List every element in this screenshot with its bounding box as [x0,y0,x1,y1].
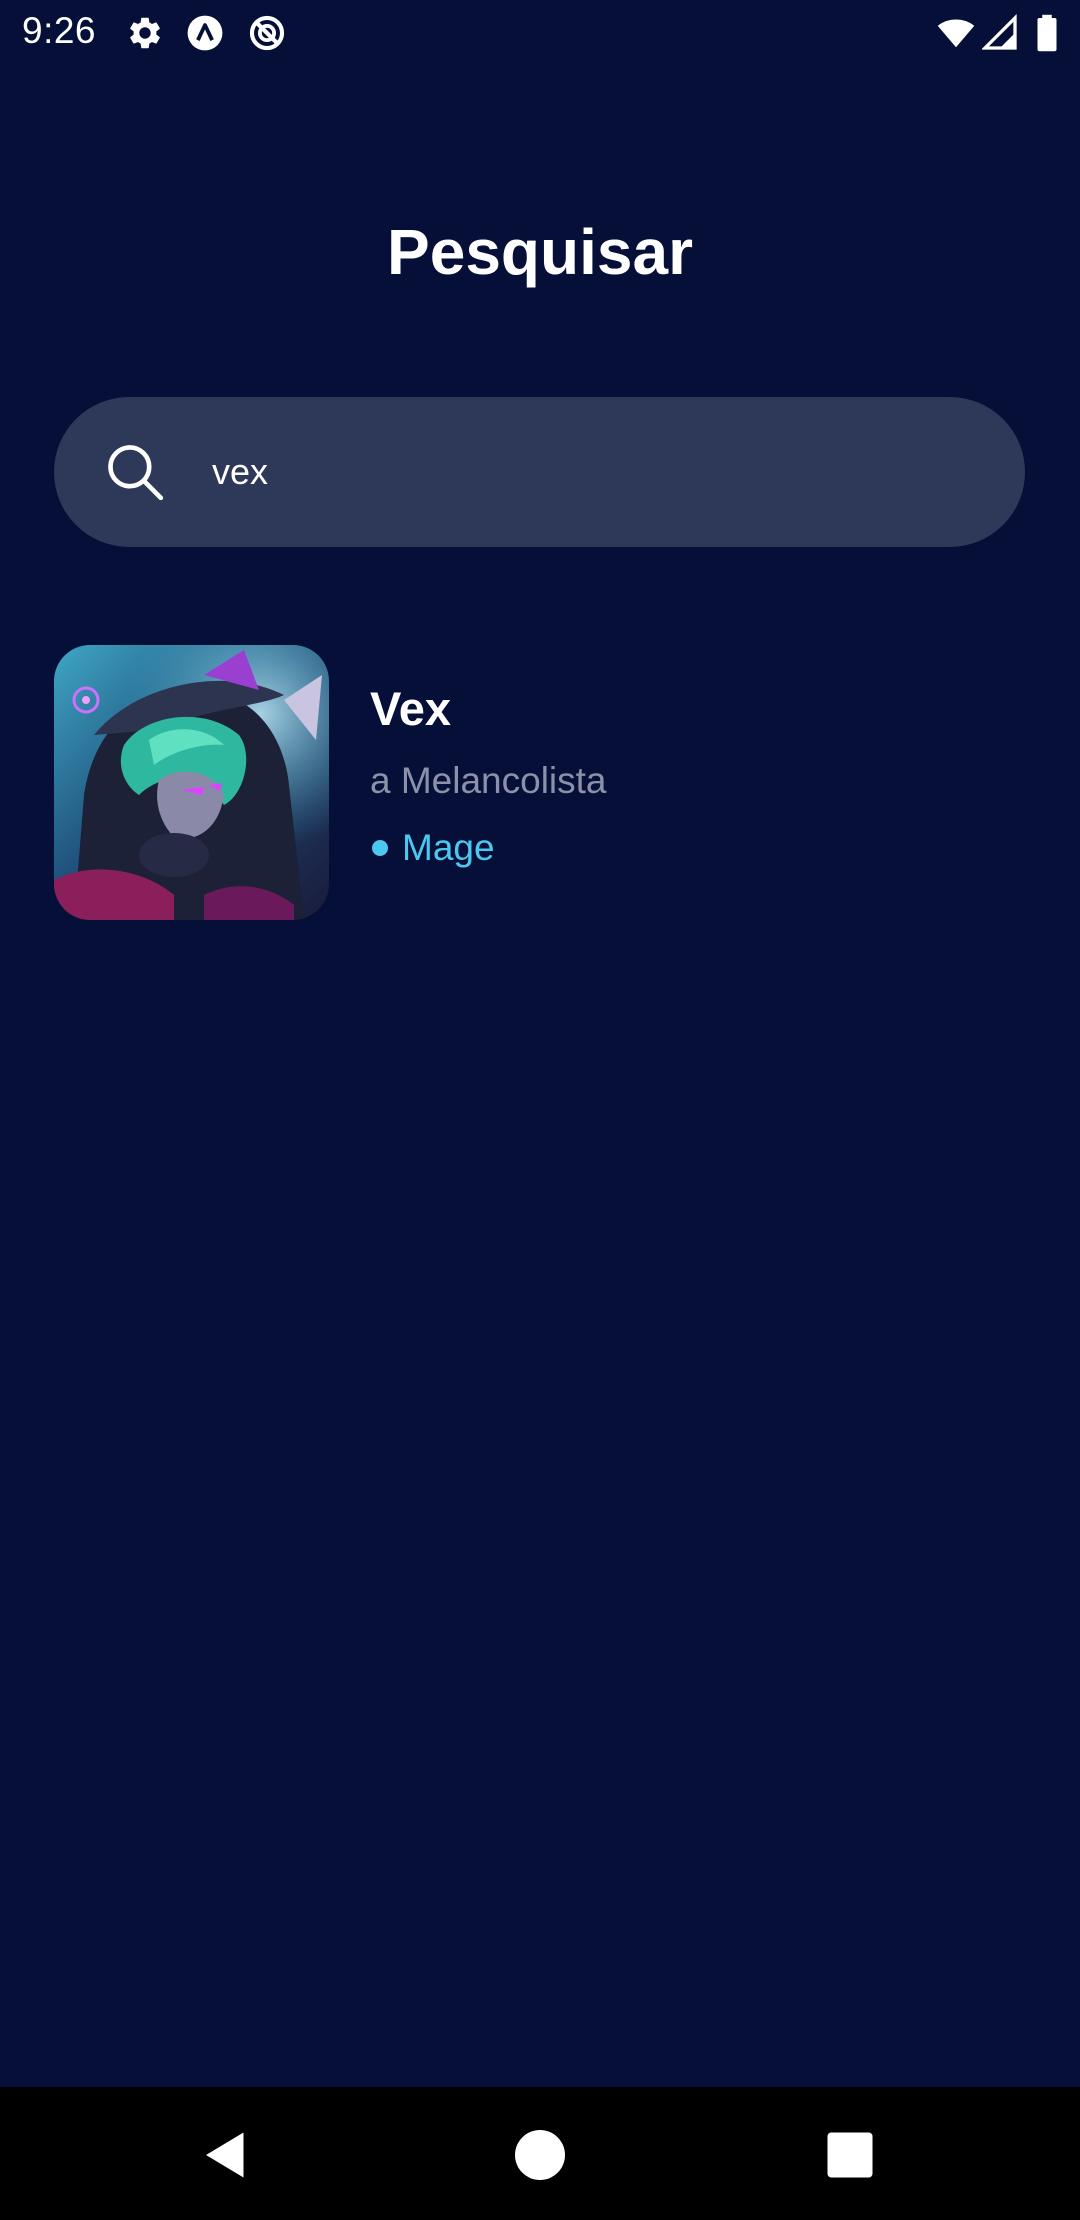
home-icon[interactable] [510,2125,570,2185]
list-item[interactable]: Vex a Melancolista Mage [54,645,1026,920]
wifi-icon [936,14,976,52]
search-bar[interactable] [54,397,1025,547]
champion-portrait [54,645,329,920]
champion-role-label: Mage [402,827,495,868]
page-title: Pesquisar [387,216,693,288]
search-icon[interactable] [104,441,166,503]
app-a-icon [186,14,224,52]
battery-icon [1034,14,1060,52]
signal-icon [982,14,1018,52]
recents-icon[interactable] [820,2125,880,2185]
navigation-bar [0,2087,1080,2220]
app-circle-icon [248,14,286,52]
status-bar: 9:26 [0,0,1080,66]
settings-icon [126,14,164,52]
champion-role: Mage [370,827,495,869]
status-time: 9:26 [22,10,97,51]
champion-title: a Melancolista [370,760,607,801]
role-dot-icon [372,840,388,856]
search-input[interactable] [212,437,972,507]
back-icon[interactable] [196,2125,256,2185]
champion-name: Vex [370,682,452,735]
